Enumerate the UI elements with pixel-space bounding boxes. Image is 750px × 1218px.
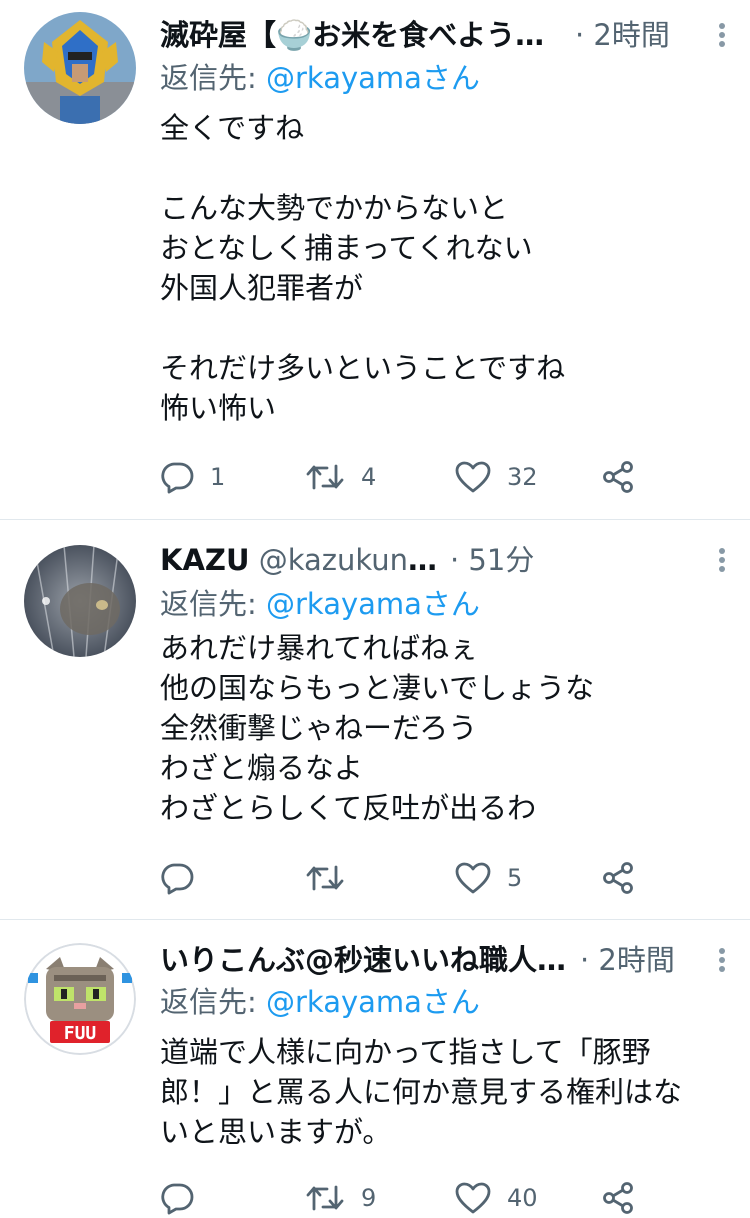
like-button[interactable]: 40 xyxy=(455,1178,538,1218)
timestamp[interactable]: · 51分 xyxy=(450,540,534,580)
author-name[interactable]: いりこんぶ@秒速いいね職人 … xyxy=(160,940,572,980)
avatar[interactable] xyxy=(24,545,136,657)
tweet-text: 道端で人様に向かって指さして「豚野 郎！」と罵る人に何か意見する権利はな いと思… xyxy=(160,1035,683,1149)
more-options-button[interactable] xyxy=(714,540,730,580)
tweet-text: 全くですね こんな大勢でかからないと おとなしく捕まってくれない 外国人犯罪者が… xyxy=(160,111,566,425)
reply-mention-link[interactable]: @rkayamaさん xyxy=(266,587,480,621)
reply-count: 1 xyxy=(210,463,226,491)
retweet-button[interactable]: 9 xyxy=(305,1178,376,1218)
more-icon xyxy=(719,948,725,954)
reply-button[interactable] xyxy=(160,858,210,898)
display-name[interactable]: KAZU xyxy=(160,543,250,577)
reply-to-label: 返信先: xyxy=(160,985,266,1019)
share-button[interactable] xyxy=(600,457,636,497)
retweet-count: 9 xyxy=(361,1184,377,1212)
reply-to-label: 返信先: xyxy=(160,587,266,621)
share-button[interactable] xyxy=(600,858,636,898)
tweet[interactable]: FUU いりこんぶ@秒速いいね職人 … · 2時間 返信先: @rkayamaさ… xyxy=(0,920,750,1215)
like-count: 5 xyxy=(507,864,523,892)
reply-mention-link[interactable]: @rkayamaさん xyxy=(266,985,480,1019)
display-name[interactable]: 滅砕屋【🍚お米を食べよう… xyxy=(160,18,544,52)
tweet[interactable]: KAZU @kazukunelt · 51分 返信先: @rkayamaさん あ… xyxy=(0,520,750,920)
reply-icon xyxy=(161,462,194,494)
avatar[interactable] xyxy=(24,12,136,124)
tweet[interactable]: 滅砕屋【🍚お米を食べよう… · 2時間 返信先: @rkayamaさん 全くです… xyxy=(0,0,750,520)
timestamp[interactable]: · 2時間 xyxy=(580,940,675,980)
reply-to-line: 返信先: @rkayamaさん xyxy=(160,584,480,624)
reply-to-label: 返信先: xyxy=(160,61,266,95)
more-options-button[interactable] xyxy=(714,15,730,55)
tweet-header: 滅砕屋【🍚お米を食べよう… · 2時間 xyxy=(160,15,730,55)
retweet-icon xyxy=(306,1185,344,1211)
tweet-actions: 5 xyxy=(160,858,640,898)
like-count: 40 xyxy=(507,1184,538,1212)
reply-to-line: 返信先: @rkayamaさん xyxy=(160,982,480,1022)
more-icon xyxy=(719,23,725,29)
retweet-button[interactable]: 4 xyxy=(305,457,376,497)
like-icon xyxy=(455,461,491,493)
avatar[interactable]: FUU xyxy=(24,943,136,1055)
tweet-actions: 1 4 32 xyxy=(160,457,640,497)
retweet-icon xyxy=(306,865,344,891)
share-icon xyxy=(603,461,633,493)
retweet-count: 4 xyxy=(361,463,377,491)
like-icon xyxy=(455,1182,491,1214)
like-button[interactable]: 32 xyxy=(455,457,538,497)
reply-icon xyxy=(161,1183,194,1215)
tweet-actions: 9 40 xyxy=(160,1178,640,1218)
reply-icon xyxy=(161,863,194,895)
more-options-button[interactable] xyxy=(714,940,730,980)
share-icon xyxy=(603,862,633,894)
share-icon xyxy=(603,1182,633,1214)
like-count: 32 xyxy=(507,463,538,491)
tweet-header: いりこんぶ@秒速いいね職人 … · 2時間 xyxy=(160,940,730,980)
author-handle[interactable]: @kazukunelt xyxy=(250,543,445,577)
retweet-button[interactable] xyxy=(305,858,361,898)
like-button[interactable]: 5 xyxy=(455,858,522,898)
more-icon xyxy=(719,548,725,554)
timestamp[interactable]: · 2時間 xyxy=(575,15,670,55)
tweet-text: あれだけ暴れてればねぇ 他の国ならもっと凄いでしょうな 全然衝撃じゃねーだろう … xyxy=(160,631,595,825)
share-button[interactable] xyxy=(600,1178,636,1218)
reply-button[interactable]: 1 xyxy=(160,457,225,497)
reply-to-line: 返信先: @rkayamaさん xyxy=(160,58,480,98)
reply-button[interactable] xyxy=(160,1178,210,1218)
avatar-badge-text: FUU xyxy=(64,1023,97,1044)
retweet-icon xyxy=(306,464,344,490)
author-name[interactable]: KAZU @kazukunelt xyxy=(160,540,445,580)
tweet-header: KAZU @kazukunelt · 51分 xyxy=(160,540,730,580)
display-name[interactable]: いりこんぶ@秒速いいね職人 … xyxy=(160,943,572,977)
like-icon xyxy=(455,862,491,894)
reply-mention-link[interactable]: @rkayamaさん xyxy=(266,61,480,95)
author-name[interactable]: 滅砕屋【🍚お米を食べよう… xyxy=(160,15,555,55)
